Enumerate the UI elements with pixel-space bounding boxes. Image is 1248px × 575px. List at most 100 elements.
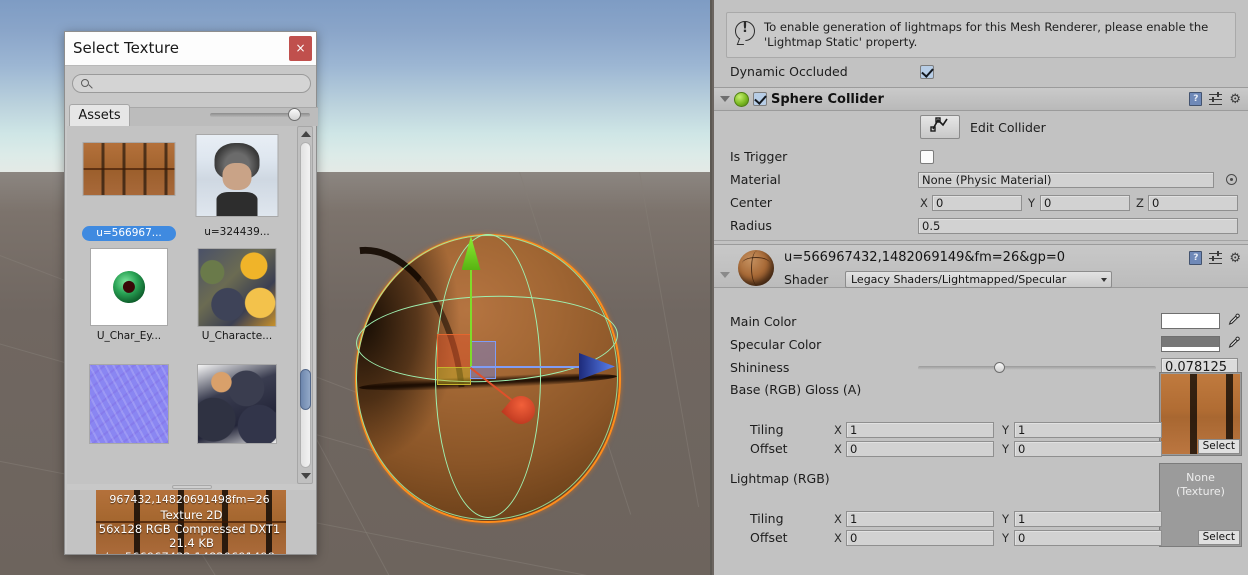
- scroll-down-icon[interactable]: [301, 473, 311, 479]
- gizmo-plane-handle-y[interactable]: [437, 367, 471, 385]
- gizmo-plane-handle-z[interactable]: [470, 341, 496, 379]
- eyedropper-icon[interactable]: [1226, 313, 1240, 329]
- scrollbar-thumb[interactable]: [300, 369, 311, 410]
- base-offset-label: Offset: [750, 441, 788, 456]
- shininess-slider-track[interactable]: [918, 366, 1156, 370]
- material-component-header[interactable]: u=566967432,1482069149&fm=26&gp=0 Shader…: [714, 244, 1248, 288]
- shader-label: Shader: [784, 272, 829, 287]
- preset-icon[interactable]: [1209, 91, 1223, 106]
- lightmap-offset-x-field[interactable]: 0: [846, 529, 994, 546]
- thumbnail-zoom-slider[interactable]: [210, 108, 310, 121]
- gizmo-plane-handle-x[interactable]: [437, 334, 471, 368]
- collider-center-row[interactable]: Center X 0 Y 0 Z 0: [714, 191, 1248, 214]
- search-icon: [81, 79, 89, 87]
- sphere-collider-header[interactable]: Sphere Collider ⚙: [714, 87, 1248, 111]
- inspector-panel[interactable]: To enable generation of lightmaps for th…: [714, 0, 1248, 575]
- object-picker-icon[interactable]: [1226, 174, 1237, 185]
- close-icon[interactable]: ×: [289, 36, 312, 61]
- sphere-collider-icon: [734, 91, 749, 107]
- dynamic-occluded-row[interactable]: Dynamic Occluded: [714, 60, 1248, 83]
- texture-thumbnail[interactable]: [195, 134, 279, 217]
- search-input[interactable]: [72, 74, 311, 93]
- material-header-icons[interactable]: ⚙: [1189, 250, 1241, 265]
- lightmap-offset-y-field[interactable]: 0: [1014, 529, 1162, 546]
- collider-radius-field[interactable]: 0.5: [918, 217, 1238, 234]
- list-item-label: U_Characte...: [201, 330, 273, 342]
- zoom-slider-knob[interactable]: [288, 108, 301, 121]
- grid-scrollbar[interactable]: [297, 126, 313, 484]
- preset-icon[interactable]: [1209, 250, 1223, 265]
- edit-collider-button[interactable]: [920, 115, 960, 139]
- grid-line: [639, 172, 700, 508]
- collider-material-field[interactable]: None (Physic Material): [918, 171, 1214, 188]
- edit-collider-row[interactable]: Edit Collider: [714, 113, 1248, 141]
- component-header-icons[interactable]: ⚙: [1189, 91, 1241, 106]
- scrollbar-trough[interactable]: [300, 142, 311, 468]
- preview-format: 56x128 RGB Compressed DXT1: [98, 522, 281, 536]
- dialog-titlebar[interactable]: Select Texture ×: [65, 32, 316, 66]
- preview-line-top: 967432,14820691498fm=26: [109, 493, 270, 506]
- lightmap-label: Lightmap (RGB): [730, 471, 830, 486]
- dialog-title: Select Texture: [73, 39, 179, 57]
- dynamic-occluded-checkbox[interactable]: [920, 64, 934, 79]
- material-collapse-triangle-icon[interactable]: [720, 272, 730, 278]
- base-tiling-label: Tiling: [750, 422, 784, 437]
- eyedropper-icon[interactable]: [1226, 336, 1240, 352]
- lightmap-static-helpbox: To enable generation of lightmaps for th…: [726, 12, 1236, 58]
- shader-value: Legacy Shaders/Lightmapped/Specular: [851, 273, 1067, 286]
- material-preview-thumbnail: [738, 250, 774, 286]
- selected-sphere[interactable]: [354, 234, 622, 521]
- texture-thumbnail[interactable]: [89, 364, 169, 444]
- scroll-up-icon[interactable]: [301, 131, 311, 137]
- texture-thumbnail[interactable]: [90, 248, 168, 326]
- collider-material-row[interactable]: Material None (Physic Material): [714, 168, 1248, 191]
- main-color-swatch[interactable]: [1161, 313, 1220, 329]
- lightmap-offset-row[interactable]: Offset X 0 Y 0: [714, 526, 1248, 549]
- helpbox-text: To enable generation of lightmaps for th…: [764, 20, 1209, 49]
- gizmo-axis-y-line[interactable]: [470, 264, 472, 367]
- lightmap-tiling-y-field[interactable]: 1: [1014, 510, 1162, 527]
- texture-thumbnail[interactable]: [82, 142, 176, 196]
- base-tiling-y-field[interactable]: 1: [1014, 421, 1162, 438]
- main-color-row[interactable]: Main Color: [714, 310, 1248, 333]
- dynamic-occluded-label: Dynamic Occluded: [730, 64, 848, 79]
- shader-dropdown[interactable]: Legacy Shaders/Lightmapped/Specular: [845, 271, 1112, 288]
- lightmap-tiling-x-field[interactable]: 1: [846, 510, 994, 527]
- warning-icon: [735, 21, 755, 41]
- specular-color-swatch[interactable]: [1161, 336, 1220, 352]
- gizmo-axis-x-arrow[interactable]: [579, 353, 615, 380]
- gizmo-axis-x-line[interactable]: [471, 366, 585, 368]
- help-icon[interactable]: [1189, 251, 1203, 265]
- center-y-field[interactable]: 0: [1040, 194, 1130, 211]
- gizmo-axis-y-arrow[interactable]: [461, 236, 481, 270]
- is-trigger-checkbox[interactable]: [920, 149, 934, 164]
- base-offset-x-field[interactable]: 0: [846, 440, 994, 457]
- shininess-slider-knob[interactable]: [994, 362, 1005, 373]
- collapse-triangle-icon[interactable]: [720, 96, 730, 102]
- center-x-field[interactable]: 0: [932, 194, 1022, 211]
- sphere-collider-enabled-checkbox[interactable]: [753, 92, 767, 106]
- lightmap-tiling-y-axis-label: Y: [1002, 511, 1010, 526]
- base-tiling-x-field[interactable]: 1: [846, 421, 994, 438]
- gear-icon[interactable]: ⚙: [1229, 93, 1241, 106]
- texture-grid[interactable]: u=566967... u=324439... U_Char_Ey... U_C…: [67, 126, 303, 484]
- texture-thumbnail[interactable]: [197, 364, 277, 444]
- base-tiling-x-axis-label: X: [834, 422, 842, 437]
- tab-assets[interactable]: Assets: [69, 104, 130, 126]
- lightmap-offset-label: Offset: [750, 530, 788, 545]
- center-z-field[interactable]: 0: [1148, 194, 1238, 211]
- help-icon[interactable]: [1189, 92, 1203, 106]
- viewport-right-edge: [710, 0, 712, 575]
- select-texture-dialog[interactable]: Select Texture × Assets u=566967... u=32…: [64, 31, 318, 555]
- is-trigger-row[interactable]: Is Trigger: [714, 145, 1248, 168]
- dialog-tabbar[interactable]: Assets: [65, 104, 318, 126]
- base-offset-y-axis-label: Y: [1002, 441, 1010, 456]
- transform-gizmo[interactable]: [437, 236, 622, 430]
- collider-radius-row[interactable]: Radius 0.5: [714, 214, 1248, 237]
- specular-color-row[interactable]: Specular Color: [714, 333, 1248, 356]
- gear-icon[interactable]: ⚙: [1229, 252, 1241, 265]
- base-offset-row[interactable]: Offset X 0 Y 0: [714, 437, 1248, 460]
- splitter-grip[interactable]: [171, 485, 212, 489]
- texture-thumbnail[interactable]: [197, 248, 277, 327]
- base-offset-y-field[interactable]: 0: [1014, 440, 1162, 457]
